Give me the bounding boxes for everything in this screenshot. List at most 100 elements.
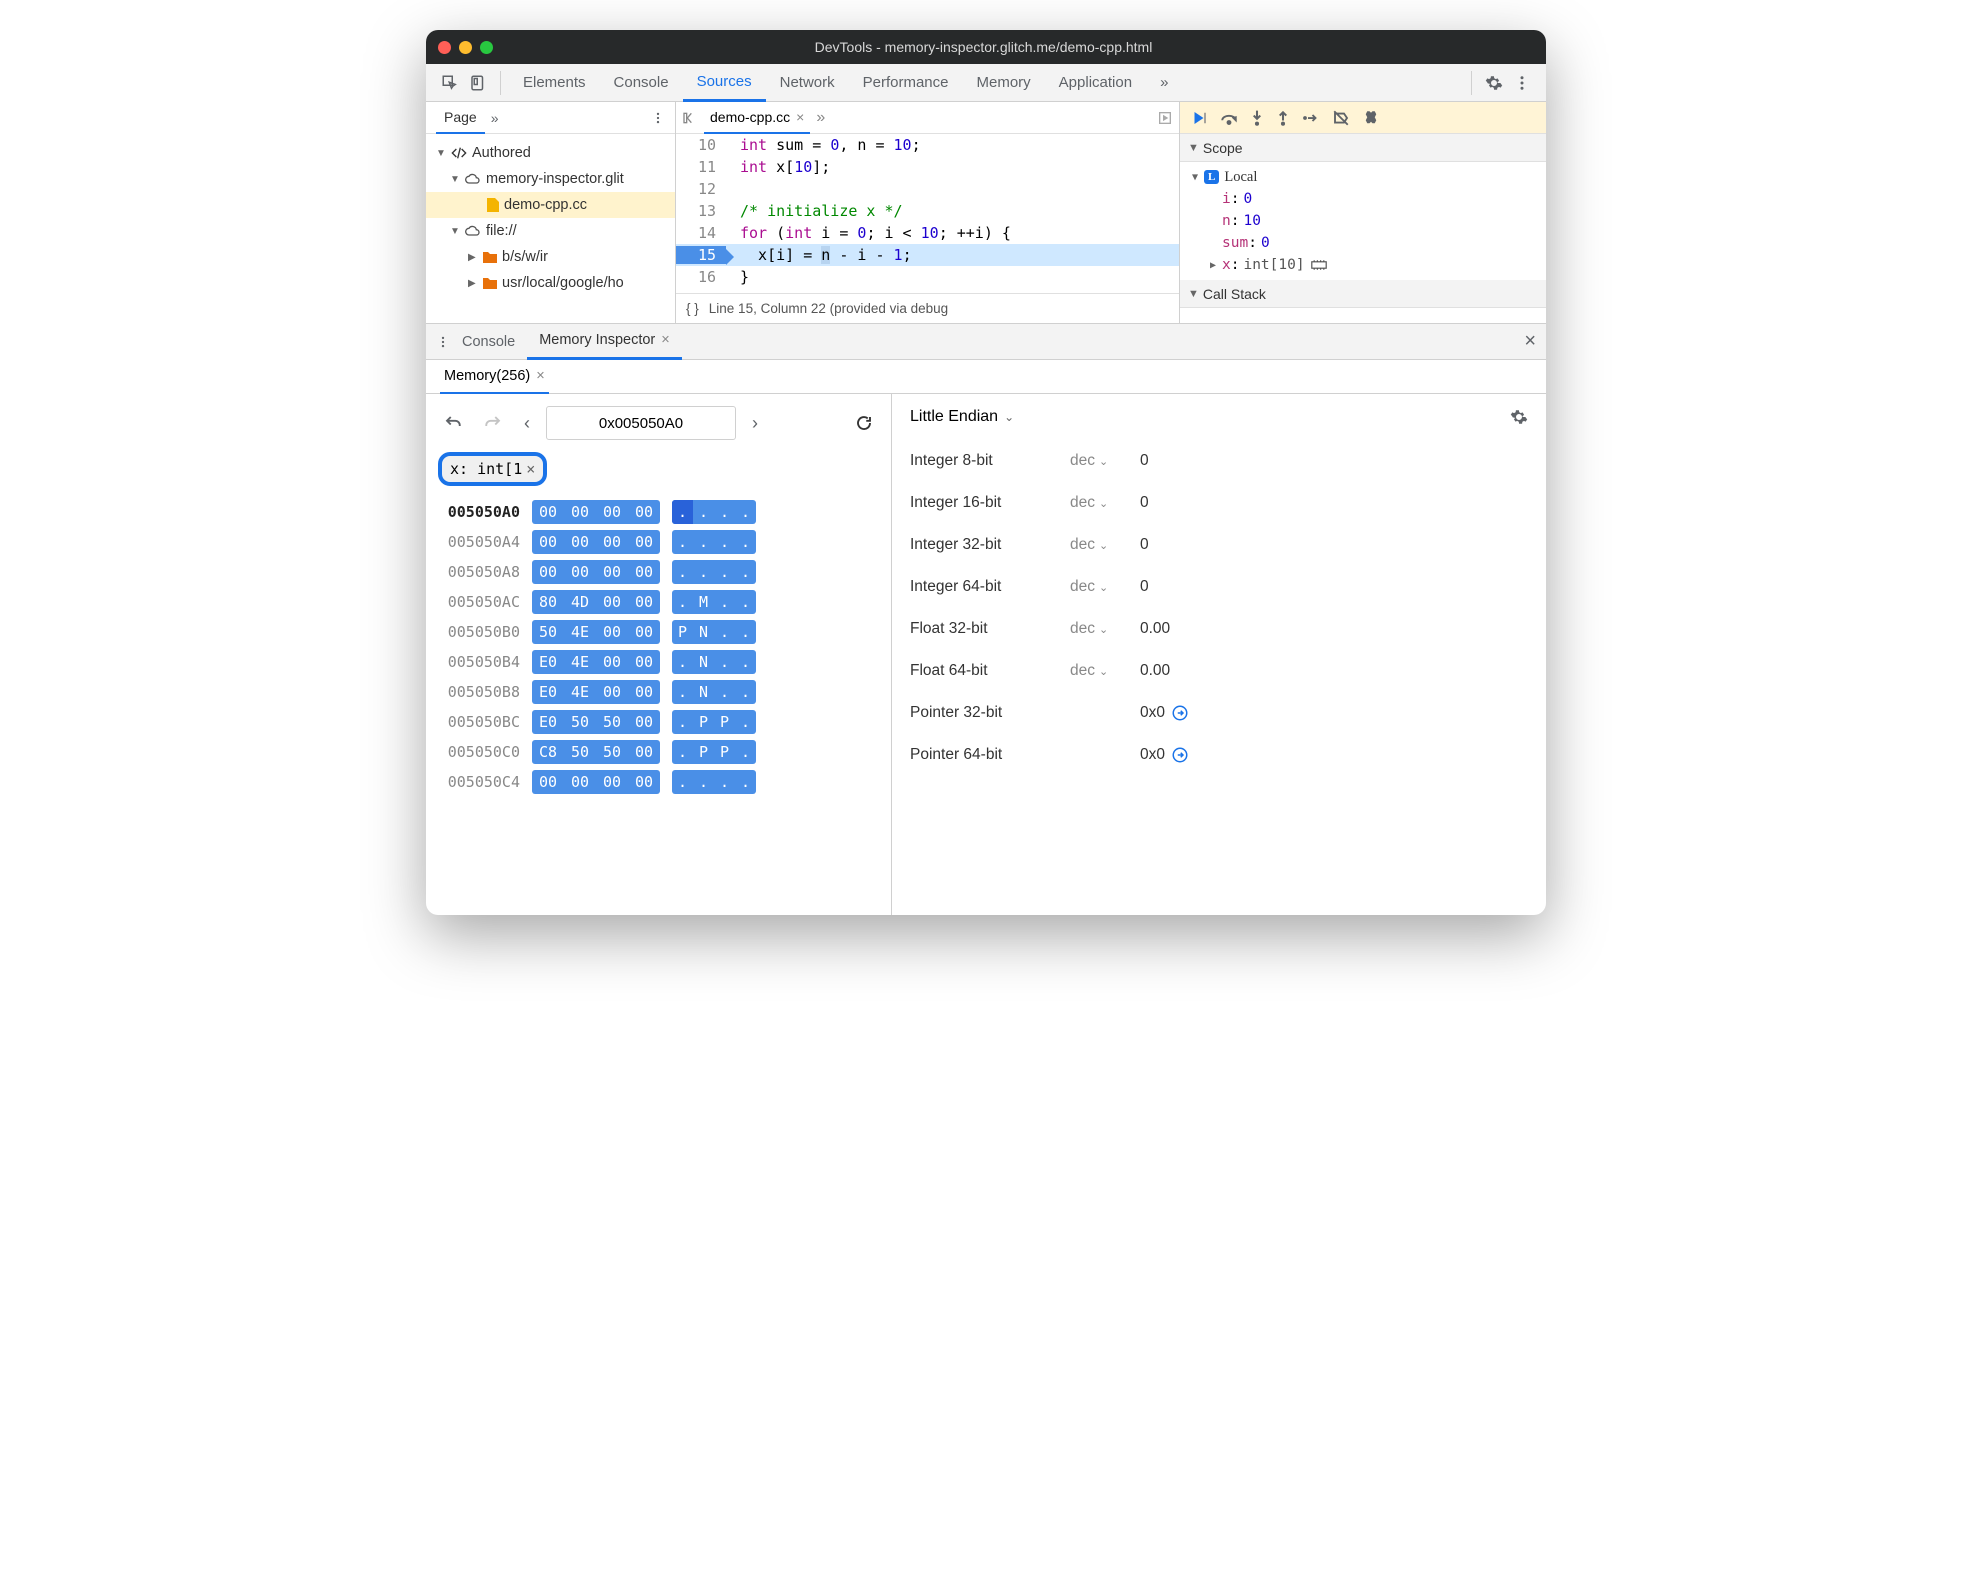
code-line[interactable]: 11int x[10]; [676,156,1179,178]
hex-row[interactable]: 005050B0504E0000PN.. [438,620,879,644]
interpreter-settings-gear-icon[interactable] [1510,408,1528,426]
hex-row[interactable]: 005050A400000000.... [438,530,879,554]
page-prev-icon[interactable]: ‹ [518,409,536,438]
interpreter-row: Integer 32-bitdec ⌄0 [910,524,1528,566]
display-mode-select[interactable]: dec ⌄ [1070,536,1140,554]
scope-var[interactable]: ▶x:int[10] [1192,254,1534,276]
deactivate-breakpoints-icon[interactable] [1332,109,1350,127]
interpreter-row: Float 64-bitdec ⌄0.00 [910,650,1528,692]
tab-close-icon[interactable]: × [536,368,544,384]
tree-folder[interactable]: ▶ usr/local/google/ho [426,270,675,296]
hex-row[interactable]: 005050B8E04E0000.N.. [438,680,879,704]
scope-local[interactable]: ▼LLocal [1192,166,1534,188]
folder-icon [483,277,497,289]
address-input[interactable] [546,406,736,440]
main-tab-memory[interactable]: Memory [963,64,1045,102]
display-mode-select[interactable]: dec ⌄ [1070,662,1140,680]
value-interpreter-panel: Little Endian ⌄ Integer 8-bitdec ⌄0Integ… [892,394,1546,915]
jump-to-address-icon[interactable] [1171,746,1189,764]
drawer-menu-icon[interactable] [436,335,450,349]
tab-close-icon[interactable]: × [661,332,669,348]
more-menu-icon[interactable] [1508,69,1536,97]
step-over-icon[interactable] [1220,111,1238,125]
memory-instance-tab[interactable]: Memory(256) × [440,360,549,394]
window-controls [438,41,493,54]
memory-inspector-body: ‹ › x: int[1 × 005050A000000000....00505… [426,394,1546,915]
page-tab[interactable]: Page [436,102,485,134]
main-tab-bar: ElementsConsoleSourcesNetworkPerformance… [426,64,1546,102]
drawer-tab-memory-inspector[interactable]: Memory Inspector × [527,324,682,360]
drawer-tab-console[interactable]: Console [450,324,527,360]
callstack-header[interactable]: ▼Call Stack [1180,280,1546,308]
main-tab-performance[interactable]: Performance [849,64,963,102]
jump-to-address-icon[interactable] [1171,704,1189,722]
pretty-print-icon[interactable]: { } [686,301,699,316]
minimize-icon[interactable] [459,41,472,54]
code-line[interactable]: 14for (int i = 0; i < 10; ++i) { [676,222,1179,244]
reveal-in-memory-icon[interactable] [1311,259,1327,271]
editor-tab-bar: demo-cpp.cc × » [676,102,1179,134]
hex-row[interactable]: 005050C400000000.... [438,770,879,794]
navigator-menu-icon[interactable] [651,111,665,125]
display-mode-select[interactable]: dec ⌄ [1070,578,1140,596]
hex-row[interactable]: 005050BCE0505000.PP. [438,710,879,734]
tree-file-current[interactable]: demo-cpp.cc [426,192,675,218]
editor-status-bar: { } Line 15, Column 22 (provided via deb… [676,293,1179,323]
code-line[interactable]: 15 x[i] = n - i - 1; [676,244,1179,266]
scope-var[interactable]: n:10 [1192,210,1534,232]
device-toggle-icon[interactable] [464,69,492,97]
hex-viewer[interactable]: 005050A000000000.... 005050A400000000....… [438,500,879,794]
scope-var[interactable]: sum:0 [1192,232,1534,254]
inspect-element-icon[interactable] [436,69,464,97]
hex-row[interactable]: 005050C0C8505000.PP. [438,740,879,764]
object-highlight-chip[interactable]: x: int[1 × [438,452,547,486]
nav-back-icon[interactable] [682,110,698,126]
scope-var[interactable]: i:0 [1192,188,1534,210]
endianness-select[interactable]: Little Endian ⌄ [910,408,1014,426]
settings-gear-icon[interactable] [1480,69,1508,97]
more-file-tabs-icon[interactable]: » [816,109,825,127]
code-line[interactable]: 13/* initialize x */ [676,200,1179,222]
step-icon[interactable] [1302,111,1320,125]
redo-icon[interactable] [478,410,508,436]
main-tab-console[interactable]: Console [600,64,683,102]
code-line[interactable]: 16} [676,266,1179,288]
code-line[interactable]: 10int sum = 0, n = 10; [676,134,1179,156]
main-tab-sources[interactable]: Sources [683,64,766,102]
code-editor[interactable]: 10int sum = 0, n = 10;11int x[10];1213/*… [676,134,1179,293]
run-snippet-icon[interactable] [1157,110,1173,126]
hex-row[interactable]: 005050A800000000.... [438,560,879,584]
main-tab-network[interactable]: Network [766,64,849,102]
resume-icon[interactable] [1190,109,1208,127]
hex-row[interactable]: 005050A000000000.... [438,500,879,524]
scope-header[interactable]: ▼Scope [1180,134,1546,162]
tab-close-icon[interactable]: × [796,109,804,125]
main-tab-elements[interactable]: Elements [509,64,600,102]
drawer-close-icon[interactable]: × [1524,330,1536,353]
more-navigator-tabs-icon[interactable]: » [491,110,499,126]
hex-row[interactable]: 005050B4E04E0000.N.. [438,650,879,674]
undo-icon[interactable] [438,410,468,436]
file-tab[interactable]: demo-cpp.cc × [704,102,810,134]
page-next-icon[interactable]: › [746,409,764,438]
display-mode-select[interactable]: dec ⌄ [1070,452,1140,470]
tree-folder[interactable]: ▶ b/s/w/ir [426,244,675,270]
chip-remove-icon[interactable]: × [526,460,535,478]
main-tab-application[interactable]: Application [1045,64,1146,102]
drawer-tab-bar: Console Memory Inspector × × [426,324,1546,360]
display-mode-select[interactable]: dec ⌄ [1070,494,1140,512]
editor-panel: demo-cpp.cc × » 10int sum = 0, n = 10;11… [676,102,1180,323]
tree-node-authored[interactable]: ▼ Authored [426,140,675,166]
display-mode-select[interactable]: dec ⌄ [1070,620,1140,638]
tree-node-file-scheme[interactable]: ▼ file:// [426,218,675,244]
zoom-icon[interactable] [480,41,493,54]
code-line[interactable]: 12 [676,178,1179,200]
tree-node-host[interactable]: ▼ memory-inspector.glit [426,166,675,192]
hex-row[interactable]: 005050AC804D0000.M.. [438,590,879,614]
refresh-icon[interactable] [849,410,879,436]
step-out-icon[interactable] [1276,109,1290,127]
more-tabs-icon[interactable]: » [1146,64,1182,102]
step-into-icon[interactable] [1250,109,1264,127]
close-icon[interactable] [438,41,451,54]
pause-exceptions-icon[interactable] [1362,109,1380,127]
